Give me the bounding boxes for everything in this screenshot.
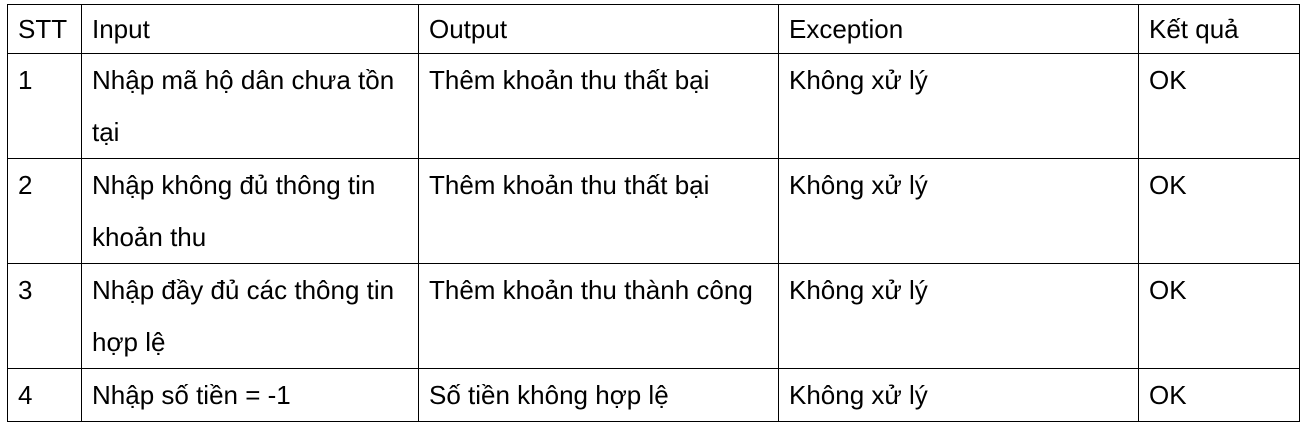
table-row: 3 Nhập đầy đủ các thông tin hợp lệ Thêm … (7, 263, 1300, 369)
header-input: Input (81, 4, 419, 54)
cell-stt: 1 (7, 53, 82, 159)
cell-output: Số tiền không hợp lệ (418, 368, 779, 422)
cell-output: Thêm khoản thu thất bại (418, 158, 779, 264)
header-exception: Exception (778, 4, 1139, 54)
header-stt: STT (7, 4, 82, 54)
table-row: 4 Nhập số tiền = -1 Số tiền không hợp lệ… (7, 368, 1300, 422)
cell-stt: 4 (7, 368, 82, 422)
header-output: Output (418, 4, 779, 54)
cell-exception: Không xử lý (778, 158, 1139, 264)
cell-input: Nhập không đủ thông tin khoản thu (81, 158, 419, 264)
table-row: 1 Nhập mã hộ dân chưa tồn tại Thêm khoản… (7, 53, 1300, 159)
cell-stt: 2 (7, 158, 82, 264)
cell-result: OK (1138, 53, 1300, 159)
cell-input: Nhập mã hộ dân chưa tồn tại (81, 53, 419, 159)
cell-exception: Không xử lý (778, 263, 1139, 369)
cell-output: Thêm khoản thu thất bại (418, 53, 779, 159)
cell-output: Thêm khoản thu thành công (418, 263, 779, 369)
cell-exception: Không xử lý (778, 53, 1139, 159)
table-row: 2 Nhập không đủ thông tin khoản thu Thêm… (7, 158, 1300, 264)
cell-exception: Không xử lý (778, 368, 1139, 422)
header-result: Kết quả (1138, 4, 1300, 54)
cell-stt: 3 (7, 263, 82, 369)
table-header-row: STT Input Output Exception Kết quả (7, 4, 1300, 54)
cell-result: OK (1138, 158, 1300, 264)
test-case-table: STT Input Output Exception Kết quả 1 Nhậ… (7, 4, 1300, 422)
cell-input: Nhập đầy đủ các thông tin hợp lệ (81, 263, 419, 369)
cell-result: OK (1138, 368, 1300, 422)
cell-input: Nhập số tiền = -1 (81, 368, 419, 422)
cell-result: OK (1138, 263, 1300, 369)
